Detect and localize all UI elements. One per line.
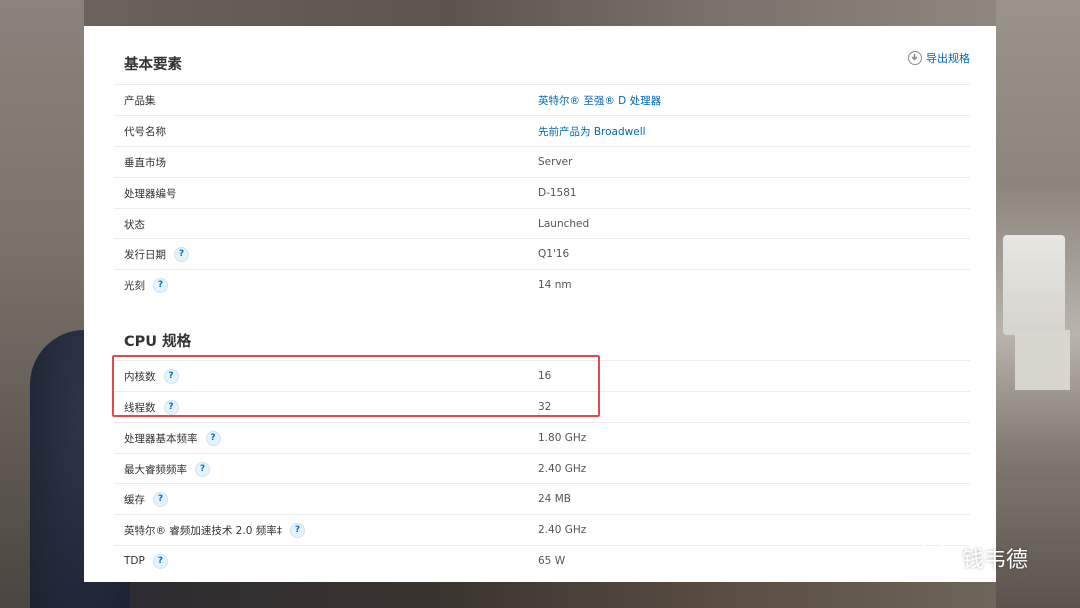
spec-label-text: 光刻 (124, 279, 145, 292)
spec-label-text: 线程数 (124, 401, 156, 414)
section-title-basic: 基本要素 (124, 57, 182, 73)
spec-label-with-help: 光刻 ? (124, 277, 168, 293)
spec-label-with-help: 缓存 ? (124, 491, 168, 507)
spec-row: 内核数 ? 16 (114, 360, 970, 391)
spec-value: Launched (538, 218, 590, 230)
export-spec-label: 导出规格 (926, 52, 970, 65)
wechat-icon (918, 540, 958, 576)
spec-row: 处理器编号 D-1581 (114, 177, 970, 208)
watermark-text: 钱韦德 (962, 548, 1029, 573)
spec-panel: 基本要素 导出规格 产品集 英特尔® 至强® D 处理器 代号名称 先前产品为 … (84, 26, 996, 582)
help-icon[interactable]: ? (289, 522, 305, 538)
spec-label-with-help: 英特尔® 睿频加速技术 2.0 频率‡ ? (124, 522, 305, 538)
spec-label: 垂直市场 (124, 156, 166, 169)
spec-label: 状态 (124, 218, 145, 231)
section-title-cpu: CPU 规格 (124, 334, 192, 350)
help-icon[interactable]: ? (153, 491, 168, 507)
spec-label-with-help: TDP ? (124, 553, 168, 569)
help-icon[interactable]: ? (205, 430, 221, 446)
background-device-base (1015, 330, 1070, 390)
watermark: 钱韦德 (918, 540, 1028, 576)
spec-row: 英特尔® 睿频加速技术 2.0 频率‡ ? 2.40 GHz (114, 514, 970, 545)
spec-label-text: 缓存 (124, 493, 145, 506)
spec-value: Q1'16 (538, 248, 570, 260)
spec-row: 缓存 ? 24 MB (114, 483, 970, 514)
spec-value: 2.40 GHz (538, 463, 587, 475)
spec-label-with-help: 线程数 ? (124, 399, 179, 415)
help-icon[interactable]: ? (163, 368, 179, 384)
spec-row: 产品集 英特尔® 至强® D 处理器 (114, 84, 970, 115)
spec-row: TDP ? 65 W (114, 545, 970, 576)
spec-row: 最大睿频频率 ? 2.40 GHz (114, 453, 970, 484)
spec-value: 16 (538, 370, 552, 382)
spec-row: 状态 Launched (114, 208, 970, 239)
spec-value: 14 nm (538, 279, 572, 291)
spec-value-link[interactable]: 英特尔® 至强® D 处理器 (538, 93, 661, 108)
spec-value-link[interactable]: 先前产品为 Broadwell (538, 124, 646, 139)
spec-value: 1.80 GHz (538, 432, 587, 444)
spec-label-text: 发行日期 (124, 248, 166, 261)
spec-label-text: 英特尔® 睿频加速技术 2.0 频率‡ (124, 524, 282, 537)
spec-row: 线程数 ? 32 (114, 391, 970, 422)
help-icon[interactable]: ? (174, 246, 189, 262)
spec-label-with-help: 最大睿频频率 ? (124, 461, 210, 477)
download-icon (908, 51, 922, 65)
spec-label-with-help: 内核数 ? (124, 368, 179, 384)
spec-label-with-help: 发行日期 ? (124, 246, 189, 262)
spec-row: 光刻 ? 14 nm (114, 269, 970, 300)
spec-row: 垂直市场 Server (114, 146, 970, 177)
spec-value: D-1581 (538, 187, 577, 199)
spec-label-text: 内核数 (124, 370, 156, 383)
spec-row: 处理器基本频率 ? 1.80 GHz (114, 422, 970, 453)
spec-label: 处理器编号 (124, 187, 177, 200)
background-top (84, 0, 996, 26)
spec-label-text: 最大睿频频率 (124, 463, 187, 476)
export-spec-button[interactable]: 导出规格 (908, 50, 970, 66)
spec-label-text: TDP (124, 555, 145, 567)
spec-row: 代号名称 先前产品为 Broadwell (114, 115, 970, 146)
spec-label-text: 处理器基本频率 (124, 432, 198, 445)
spec-label: 代号名称 (124, 125, 166, 138)
spec-value: 65 W (538, 555, 566, 567)
help-icon[interactable]: ? (163, 399, 179, 415)
help-icon[interactable]: ? (195, 461, 210, 477)
spec-label-with-help: 处理器基本频率 ? (124, 430, 221, 446)
spec-value: 24 MB (538, 493, 571, 505)
background-bottom (84, 582, 996, 608)
spec-row: 发行日期 ? Q1'16 (114, 238, 970, 269)
spec-label: 产品集 (124, 94, 156, 107)
help-icon[interactable]: ? (152, 553, 168, 569)
help-icon[interactable]: ? (153, 277, 168, 293)
spec-value: 32 (538, 401, 552, 413)
spec-value: Server (538, 156, 573, 168)
spec-value: 2.40 GHz (538, 524, 587, 536)
background-device (1003, 235, 1065, 335)
